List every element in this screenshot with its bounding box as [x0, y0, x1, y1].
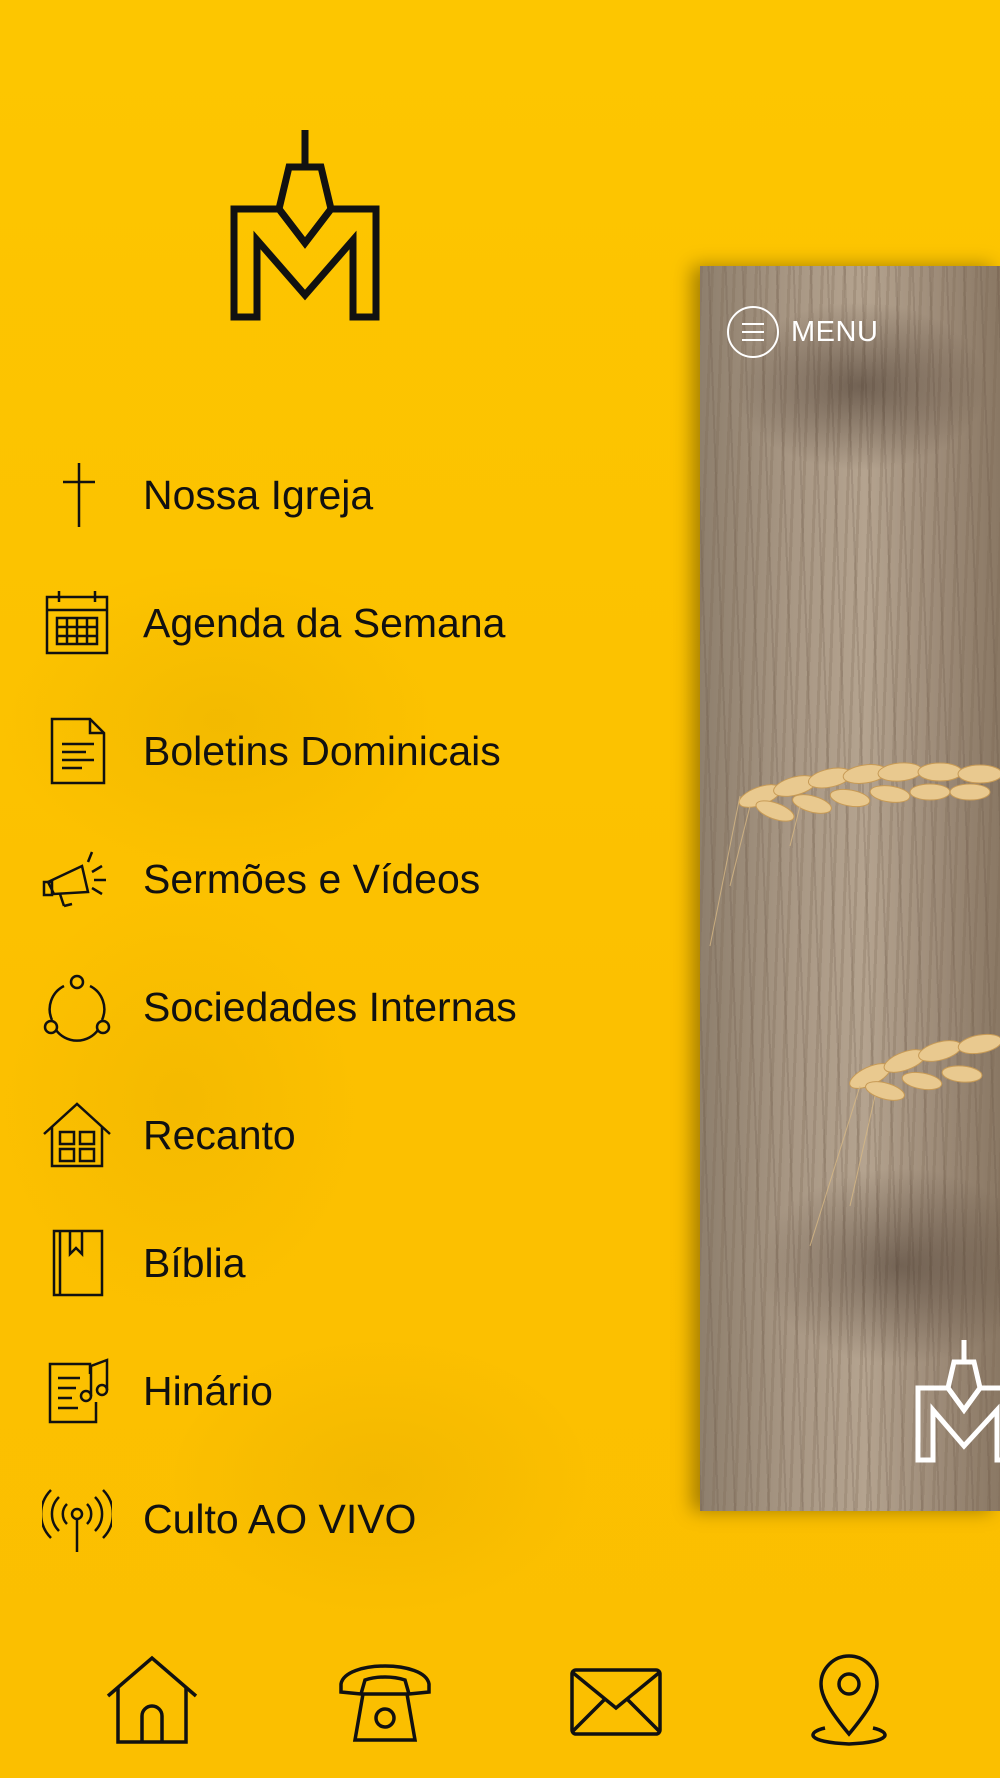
- menu-item-label: Nossa Igreja: [143, 471, 374, 518]
- menu-item-label: Bíblia: [143, 1239, 246, 1286]
- location-icon: [811, 1654, 887, 1746]
- phone-button[interactable]: [330, 1645, 440, 1755]
- menu-item-culto-ao-vivo[interactable]: Culto AO VIVO: [0, 1464, 680, 1574]
- wheat-image: [709, 762, 1000, 1247]
- document-icon: [40, 714, 114, 788]
- menu-item-label: Sermões e Vídeos: [143, 855, 481, 902]
- menu-item-label: Agenda da Semana: [143, 599, 506, 646]
- main-content-preview[interactable]: MENU: [700, 266, 1000, 1511]
- house-icon: [40, 1098, 114, 1172]
- menu-item-label: Recanto: [143, 1111, 296, 1158]
- menu-item-nossa-igreja[interactable]: Nossa Igreja: [0, 440, 680, 550]
- megaphone-icon: [40, 842, 114, 916]
- bible-icon: [40, 1226, 114, 1300]
- menu-item-sociedades-internas[interactable]: Sociedades Internas: [0, 952, 680, 1062]
- broadcast-icon: [40, 1482, 114, 1556]
- menu-item-recanto[interactable]: Recanto: [0, 1080, 680, 1190]
- menu-item-sermoes-e-videos[interactable]: Sermões e Vídeos: [0, 824, 680, 934]
- menu-item-biblia[interactable]: Bíblia: [0, 1208, 680, 1318]
- menu-item-label: Boletins Dominicais: [143, 727, 501, 774]
- menu-item-boletins-dominicais[interactable]: Boletins Dominicais: [0, 696, 680, 806]
- calendar-icon: [40, 586, 114, 660]
- home-icon: [106, 1655, 198, 1744]
- hamburger-icon: [727, 306, 779, 358]
- menu-button[interactable]: MENU: [727, 306, 878, 358]
- bottom-nav: [0, 1630, 1000, 1778]
- location-button[interactable]: [794, 1645, 904, 1755]
- menu-item-label: Culto AO VIVO: [143, 1495, 417, 1542]
- menu-button-label: MENU: [791, 315, 879, 348]
- mail-button[interactable]: [561, 1645, 671, 1755]
- menu-item-label: Sociedades Internas: [143, 983, 517, 1030]
- hymnal-icon: [40, 1354, 114, 1428]
- cross-icon: [40, 458, 114, 532]
- community-icon: [40, 970, 114, 1044]
- phone-icon: [339, 1664, 431, 1742]
- mail-icon: [570, 1668, 662, 1736]
- menu-item-hinario[interactable]: Hinário: [0, 1336, 680, 1446]
- menu-item-agenda-da-semana[interactable]: Agenda da Semana: [0, 568, 680, 678]
- menu-item-label: Hinário: [143, 1367, 273, 1414]
- home-button[interactable]: [97, 1645, 207, 1755]
- church-logo-icon: [915, 1340, 1000, 1463]
- church-logo-icon: [230, 130, 380, 321]
